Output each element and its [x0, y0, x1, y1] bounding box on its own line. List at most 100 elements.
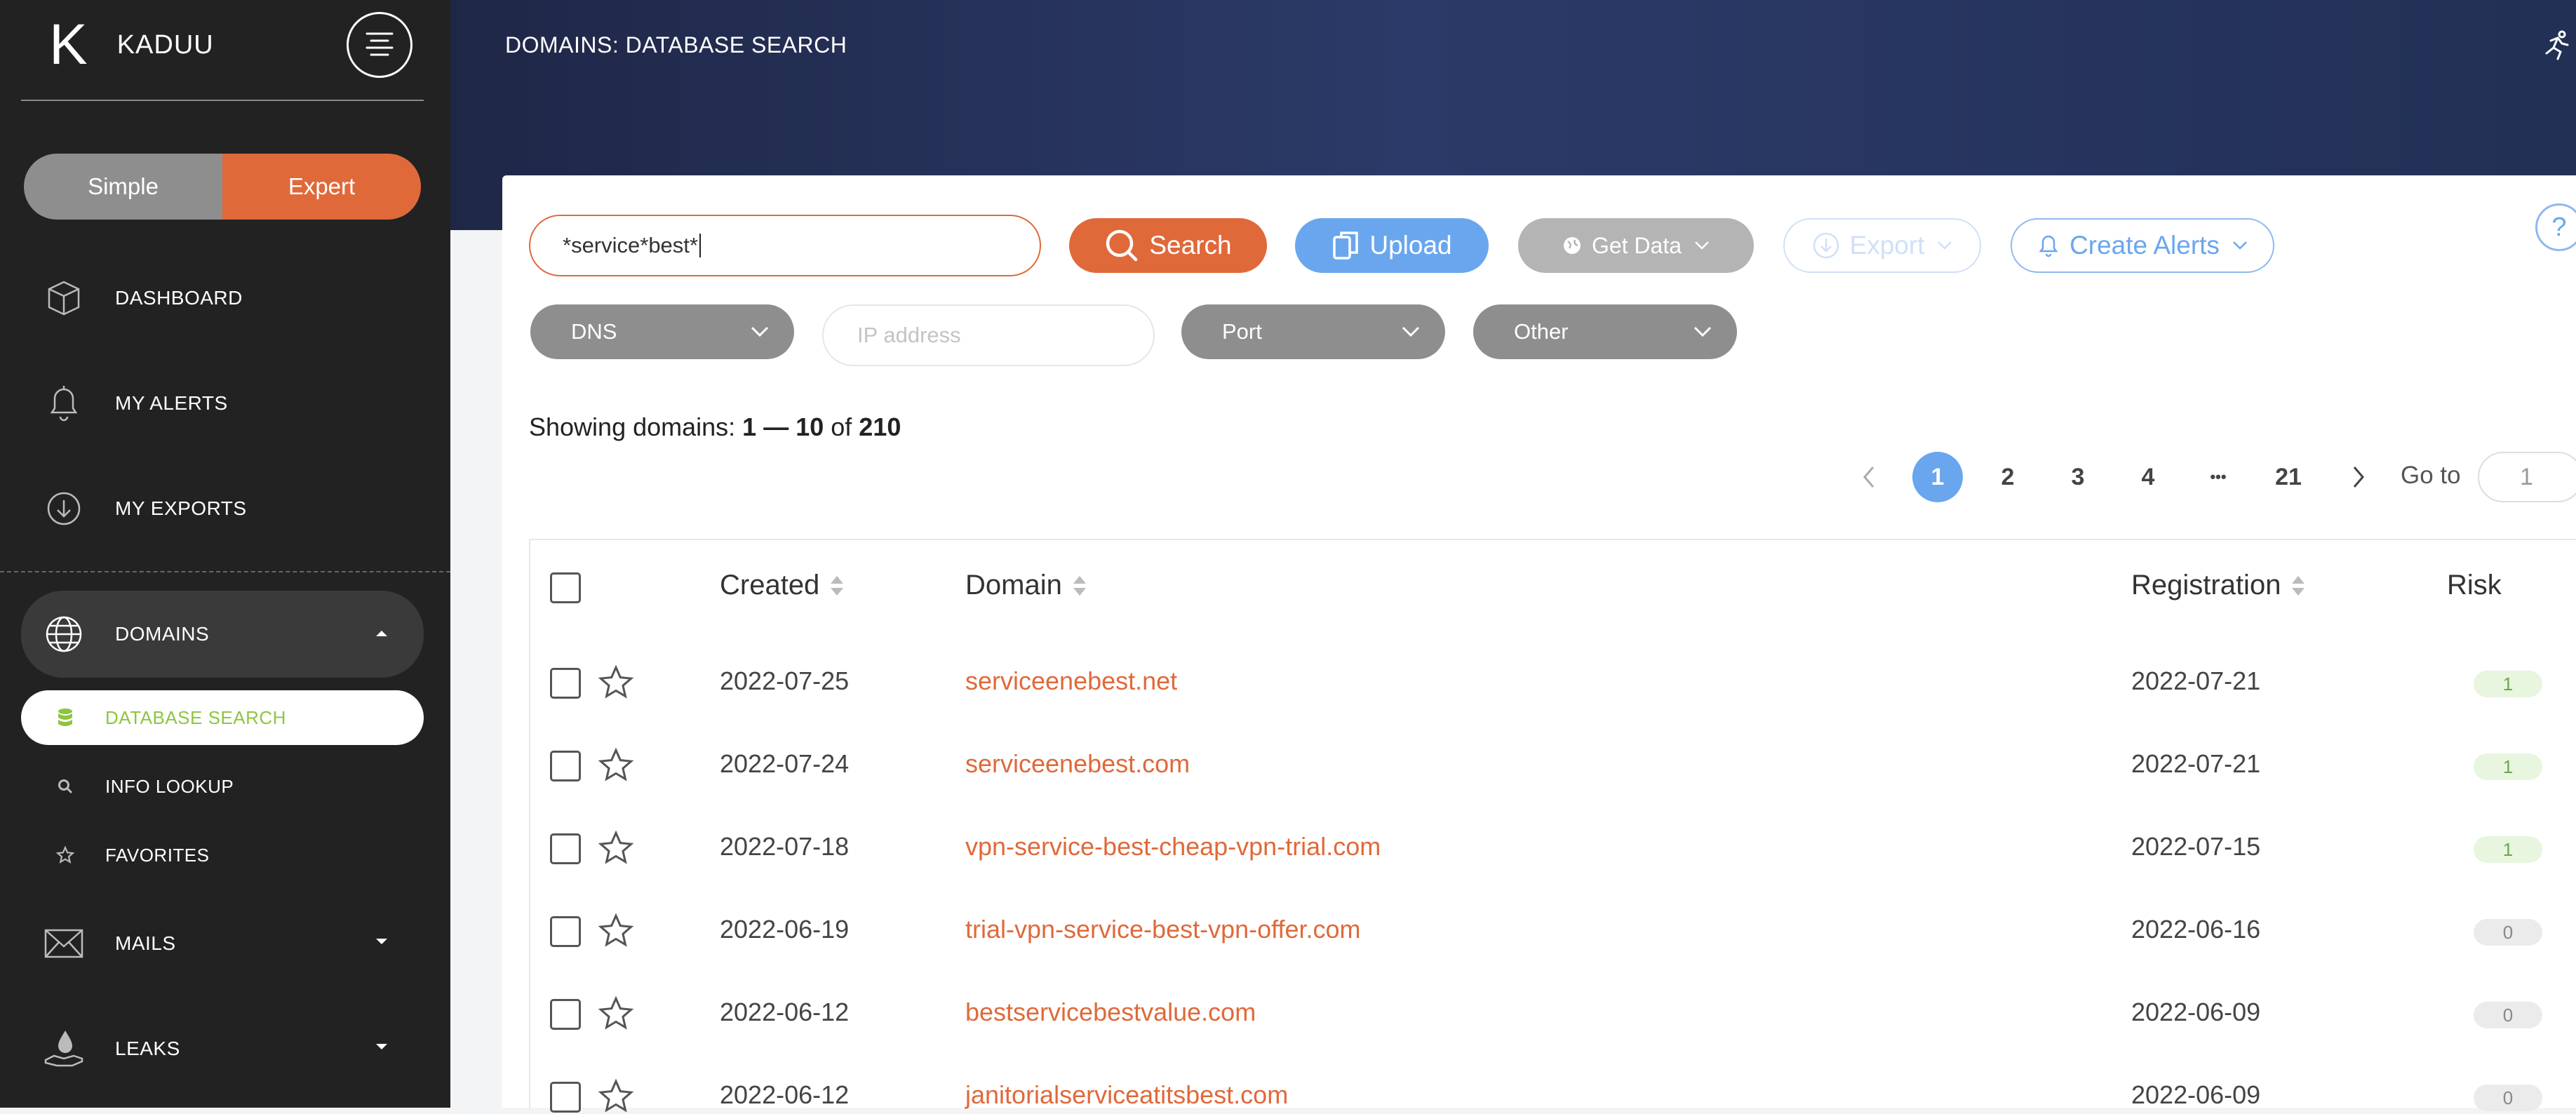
risk-badge: 1 [2474, 671, 2542, 697]
table-row: 2022-07-24 serviceenebest.com 2022-07-21… [530, 723, 2576, 805]
column-header-label: Created [720, 570, 820, 600]
summary-of: of [824, 412, 859, 441]
runner-icon[interactable] [2541, 29, 2572, 64]
sidebar-item-exports[interactable]: MY EXPORTS [21, 474, 424, 544]
row-checkbox[interactable] [550, 833, 581, 864]
search-input[interactable]: *service*best* [529, 215, 1041, 276]
other-filter-select[interactable]: Other [1473, 304, 1737, 359]
star-icon[interactable] [598, 748, 634, 783]
upload-button-label: Upload [1369, 231, 1452, 260]
star-icon[interactable] [598, 913, 634, 948]
expert-mode-button[interactable]: Expert [222, 154, 421, 220]
cell-domain-link[interactable]: serviceenebest.com [965, 749, 1190, 779]
column-header-label: Registration [2131, 570, 2281, 600]
export-label: Export [1849, 231, 1925, 260]
cell-domain-link[interactable]: trial-vpn-service-best-vpn-offer.com [965, 915, 1361, 944]
create-alerts-dropdown[interactable]: Create Alerts [2011, 218, 2274, 273]
star-icon[interactable] [598, 831, 634, 866]
domains-table: Created Domain Registration Risk 2022-07… [529, 539, 2576, 1113]
port-filter-select[interactable]: Port [1181, 304, 1445, 359]
help-button[interactable]: ? [2535, 203, 2576, 251]
sidebar-item-leaks[interactable]: LEAKS [21, 1014, 424, 1084]
brand[interactable]: K KADUU [49, 13, 214, 76]
cell-created: 2022-06-12 [720, 1080, 850, 1109]
star-icon[interactable] [598, 1079, 634, 1114]
summary-from: 1 [742, 412, 757, 441]
sidebar-item-label: DASHBOARD [115, 287, 243, 309]
sidebar-item-label: MY ALERTS [115, 392, 228, 414]
cell-domain-link[interactable]: bestservicebestvalue.com [965, 998, 1256, 1027]
column-header-label: Domain [965, 570, 1062, 600]
sidebar-item-database-search[interactable]: DATABASE SEARCH [21, 690, 424, 745]
brand-logo: K [49, 13, 88, 76]
goto-page-value: 1 [2520, 463, 2533, 490]
pagination-page[interactable]: 1 [1912, 452, 1963, 502]
download-circle-icon [1812, 231, 1840, 260]
download-circle-icon [42, 487, 86, 530]
pagination-prev-button[interactable] [1844, 452, 1894, 502]
copy-files-icon [1331, 230, 1360, 261]
get-data-dropdown[interactable]: Get Data [1518, 218, 1754, 273]
sidebar-item-info-lookup[interactable]: INFO LOOKUP [21, 759, 424, 814]
pagination-page[interactable]: 4 [2123, 452, 2173, 502]
mail-icon [42, 922, 86, 965]
sort-icon [2290, 575, 2306, 597]
sidebar-item-label: MAILS [115, 932, 176, 954]
brand-name: KADUU [116, 29, 214, 60]
pagination-page[interactable]: 21 [2263, 452, 2314, 502]
pagination-page[interactable]: 2 [1983, 452, 2033, 502]
pagination-ellipsis[interactable]: ••• [2193, 452, 2243, 502]
sidebar-item-favorites[interactable]: FAVORITES [21, 828, 424, 883]
simple-mode-button[interactable]: Simple [24, 154, 222, 220]
search-button[interactable]: Search [1069, 218, 1267, 273]
star-icon[interactable] [598, 996, 634, 1031]
row-checkbox[interactable] [550, 668, 581, 699]
select-all-checkbox[interactable] [550, 572, 581, 603]
dns-filter-value: DNS [571, 319, 617, 344]
risk-badge: 1 [2474, 753, 2542, 780]
upload-button[interactable]: Upload [1295, 218, 1489, 273]
row-checkbox[interactable] [550, 751, 581, 781]
search-icon [1104, 228, 1139, 263]
cube-icon [42, 276, 86, 320]
mode-toggle: Simple Expert [24, 154, 421, 220]
sidebar-item-mails[interactable]: MAILS [21, 908, 424, 979]
cell-created: 2022-06-19 [720, 915, 850, 944]
sidebar-item-dashboard[interactable]: DASHBOARD [21, 263, 424, 333]
goto-page-input[interactable]: 1 [2478, 452, 2576, 502]
cell-created: 2022-06-12 [720, 998, 850, 1026]
bell-icon [2037, 233, 2060, 258]
cell-registration: 2022-06-09 [2131, 1080, 2261, 1109]
export-dropdown[interactable]: Export [1783, 218, 1981, 273]
cell-created: 2022-07-24 [720, 749, 850, 778]
pagination-page[interactable]: 3 [2053, 452, 2103, 502]
menu-toggle-button[interactable] [347, 12, 412, 78]
sidebar-item-alerts[interactable]: MY ALERTS [21, 368, 424, 438]
pagination-next-button[interactable] [2333, 452, 2384, 502]
other-filter-value: Other [1514, 319, 1569, 344]
column-header-registration[interactable]: Registration [2131, 570, 2306, 601]
ip-address-input[interactable]: IP address [822, 304, 1155, 366]
cell-registration: 2022-06-09 [2131, 998, 2261, 1026]
table-row: 2022-07-18 vpn-service-best-cheap-vpn-tr… [530, 805, 2576, 888]
cell-domain-link[interactable]: janitorialserviceatitsbest.com [965, 1080, 1288, 1110]
star-icon[interactable] [598, 665, 634, 700]
cell-registration: 2022-07-21 [2131, 666, 2261, 695]
table-row: 2022-06-12 janitorialserviceatitsbest.co… [530, 1054, 2576, 1113]
cell-created: 2022-07-18 [720, 832, 850, 861]
column-header-risk[interactable]: Risk [2447, 570, 2502, 601]
row-checkbox[interactable] [550, 999, 581, 1030]
column-header-domain[interactable]: Domain [965, 570, 1087, 601]
sidebar-item-label: FAVORITES [105, 844, 210, 866]
chevron-down-icon [1694, 241, 1710, 250]
column-header-created[interactable]: Created [720, 570, 845, 601]
sidebar-item-domains[interactable]: DOMAINS [21, 591, 424, 678]
dns-filter-select[interactable]: DNS [530, 304, 794, 359]
row-checkbox[interactable] [550, 1082, 581, 1113]
row-checkbox[interactable] [550, 916, 581, 947]
chevron-down-icon [751, 326, 769, 337]
leak-drop-hand-icon [42, 1027, 86, 1071]
text-cursor [699, 234, 701, 257]
cell-domain-link[interactable]: vpn-service-best-cheap-vpn-trial.com [965, 832, 1381, 861]
cell-domain-link[interactable]: serviceenebest.net [965, 666, 1177, 696]
